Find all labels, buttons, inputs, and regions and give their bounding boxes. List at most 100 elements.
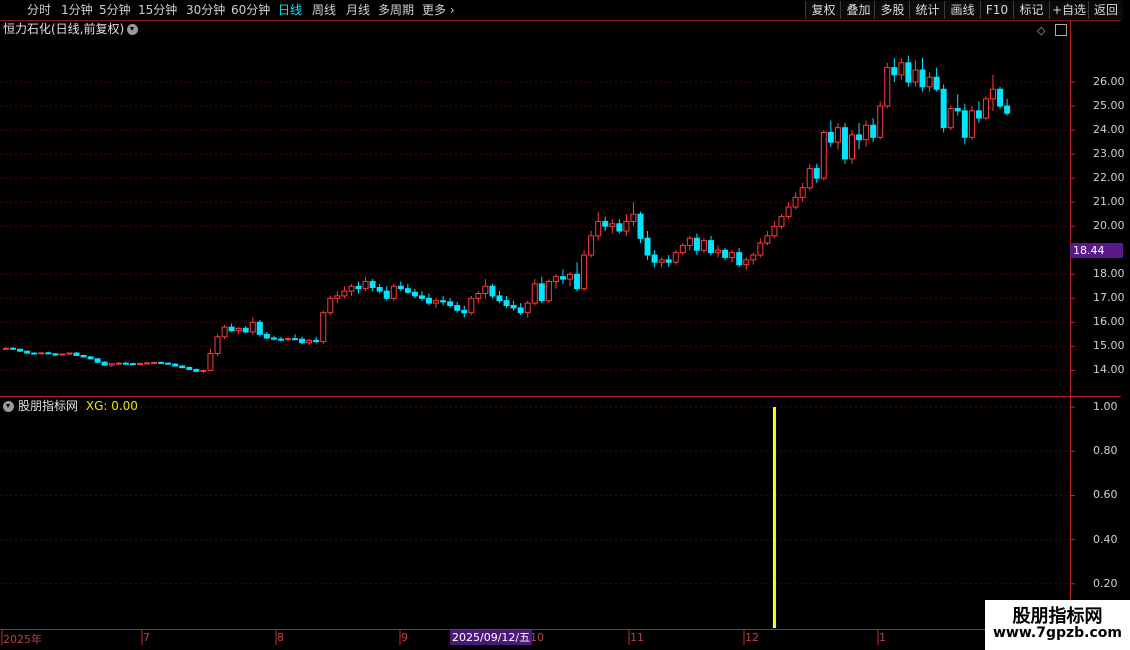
y-tick-label: 22.00 [1093,171,1125,185]
candle [115,362,122,365]
candle [320,310,327,344]
y-tick-label: 26.00 [1093,75,1125,89]
candle [122,361,129,365]
candle [609,219,616,234]
candle [136,362,143,366]
candle [496,291,503,304]
candle [827,120,834,147]
candle [538,276,545,304]
indicator-layer [772,407,776,628]
candle [390,283,397,301]
candle [764,231,771,246]
candle [715,245,722,258]
candle [743,257,750,270]
candle [545,279,552,304]
candle [362,276,369,292]
candle [630,202,637,227]
indicator-tick-label: 0.80 [1093,444,1118,458]
candle [975,101,982,123]
candle [792,192,799,210]
candle [94,357,101,364]
indicator-title[interactable]: 股朋指标网 XG: 0.00 [3,398,138,414]
x-axis-label: 1 [879,631,886,644]
candle [383,286,390,301]
candle [108,363,115,368]
candle [503,295,510,308]
chevron-down-icon[interactable] [3,401,14,412]
candle [841,122,848,164]
candle [679,243,686,256]
candle [849,130,855,164]
candle [235,327,242,335]
candle [736,247,743,268]
candle [277,336,284,342]
watermark-url: www.7gpzb.com [992,625,1122,641]
candle [891,58,898,83]
candle [1004,98,1011,116]
candle [454,301,461,313]
candle [567,271,573,287]
candle [510,300,517,311]
candle [38,352,45,355]
candle [552,274,559,289]
candle [644,231,651,260]
candle [750,252,757,265]
candle [433,298,440,308]
candle [411,288,418,299]
candle [228,323,235,332]
candle [348,283,355,296]
candle [912,60,919,87]
candle [863,120,870,147]
candle [221,324,228,340]
candle [186,366,193,371]
candle [418,291,425,301]
candle [588,231,595,258]
candle [214,334,221,356]
candle [729,250,736,263]
candle [623,214,630,236]
candle [165,362,172,365]
candle [59,353,66,356]
candle [482,279,489,299]
candle [207,348,214,371]
candle [919,58,926,92]
candle [616,219,623,234]
candle [708,235,714,256]
candle [778,214,785,229]
candle [693,233,700,256]
candle [665,255,672,268]
candle [468,295,475,316]
y-tick-label: 18.00 [1093,267,1125,281]
candle [834,122,841,150]
candle [270,335,277,341]
y-tick-label: 14.00 [1093,363,1125,377]
candle [581,250,588,292]
x-axis-label: 8 [277,631,284,644]
candle [87,355,94,360]
candle [990,74,996,111]
candle [954,94,961,116]
candle [129,362,136,366]
candle [982,96,989,121]
candle [757,238,764,258]
candle [172,363,179,367]
candle [968,106,975,140]
candle [440,295,447,306]
candle [292,334,299,341]
candle [658,257,665,268]
candles-layer [3,55,1011,374]
candle [870,118,877,143]
candle [877,101,884,140]
chart-canvas[interactable] [0,0,1130,650]
candle [299,336,306,344]
candle [722,247,729,260]
candle [263,331,270,340]
candle [285,337,291,342]
candle [574,262,581,292]
indicator-tick-label: 0.40 [1093,532,1118,546]
candle [334,291,341,304]
candle [686,235,693,251]
y-tick-label: 17.00 [1093,291,1125,305]
candle [426,293,432,306]
candle [905,55,912,87]
